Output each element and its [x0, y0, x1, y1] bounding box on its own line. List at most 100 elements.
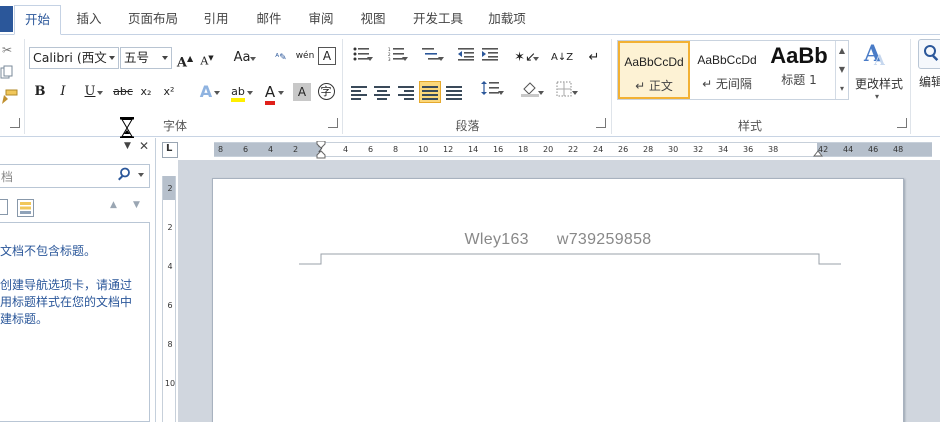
tab-developer[interactable]: 开发工具 [402, 5, 474, 35]
ruler-tick-label: 4 [343, 145, 349, 154]
nav-menu-icon[interactable]: ▼ [124, 141, 131, 151]
styles-gallery-scroll[interactable]: ▲ ▼ ▾ [835, 41, 848, 99]
ruler-tick-label: 4 [167, 262, 173, 271]
search-dropdown-icon[interactable] [138, 173, 144, 177]
show-marks-icon[interactable]: ↵ [585, 47, 603, 69]
italic-button[interactable]: I [54, 81, 72, 103]
style-no-spacing[interactable]: AaBbCcDd ↵ 无间隔 [692, 41, 762, 99]
word-window: 开始 插入 页面布局 引用 邮件 审阅 视图 开发工具 加载项 ✂ Calibr… [0, 0, 940, 422]
increase-indent-icon[interactable] [481, 47, 499, 69]
nav-message-line: 建标题。 [0, 312, 49, 326]
ruler-tick-label: 10 [418, 145, 429, 154]
enclose-char-icon[interactable]: 字 [316, 81, 336, 103]
find-icon[interactable] [918, 39, 940, 69]
editing-label[interactable]: 编辑 [919, 73, 940, 90]
distributed-align-icon[interactable] [445, 81, 463, 103]
justify-button[interactable] [419, 81, 441, 103]
change-styles-icon[interactable]: AA [860, 37, 894, 71]
line-spacing-icon[interactable] [477, 81, 504, 103]
copy-icon[interactable] [0, 65, 14, 87]
cut-icon[interactable]: ✂ [0, 39, 14, 61]
tab-view[interactable]: 视图 [350, 5, 396, 35]
bold-button[interactable]: B [31, 81, 49, 103]
gallery-down-icon[interactable]: ▼ [836, 60, 848, 79]
tab-insert[interactable]: 插入 [66, 5, 112, 35]
font-name-combo[interactable]: Calibri (西文 [29, 47, 119, 69]
font-size-value: 五号 [124, 50, 150, 65]
change-case-icon[interactable]: Aa [229, 47, 256, 69]
chinese-layout-icon[interactable]: ✶↙ [512, 47, 539, 69]
page-header-text[interactable]: Wley163 w739259858 [213, 231, 903, 249]
tab-mailings[interactable]: 邮件 [246, 5, 292, 35]
document-page[interactable]: Wley163 w739259858 [212, 178, 904, 422]
format-painter-icon[interactable] [0, 89, 18, 111]
char-border-icon[interactable]: A [318, 47, 336, 65]
group-separator [342, 39, 343, 134]
ruler-tick-label: 2 [167, 223, 173, 232]
first-line-indent-marker[interactable] [316, 140, 326, 162]
font-color-icon[interactable]: A [257, 81, 284, 105]
search-icon[interactable] [117, 167, 131, 184]
multilevel-list-icon[interactable] [419, 47, 444, 69]
underline-button[interactable]: U [78, 81, 103, 103]
subscript-button[interactable]: x₂ [137, 81, 155, 103]
text-effects-icon[interactable]: A [193, 81, 220, 103]
nav-results-body: 文档不包含标题。 创建导航选项卡，请通过 用标题样式在您的文档中 建标题。 [0, 222, 150, 422]
ribbon-tab-bar: 开始 插入 页面布局 引用 邮件 审阅 视图 开发工具 加载项 [0, 0, 940, 35]
clear-formatting-icon[interactable]: ᴬ✎ [271, 47, 291, 69]
ruler-tick-label: 18 [518, 145, 529, 154]
highlight-color-icon[interactable]: ab [224, 81, 253, 103]
paragraph-shading-icon[interactable] [517, 81, 544, 103]
font-launcher-icon[interactable] [328, 118, 338, 128]
right-indent-marker[interactable] [812, 146, 824, 160]
tab-home[interactable]: 开始 [14, 5, 61, 35]
styles-launcher-icon[interactable] [897, 118, 907, 128]
tab-addins[interactable]: 加载项 [478, 5, 536, 35]
tab-page-layout[interactable]: 页面布局 [118, 5, 188, 35]
phonetic-guide-icon[interactable]: wén [295, 45, 315, 67]
vertical-ruler[interactable]: 2 2 4 6 8 10 [162, 176, 176, 422]
nav-header: ▼ ✕ [0, 138, 156, 160]
align-center-icon[interactable] [373, 81, 391, 103]
tab-references[interactable]: 引用 [193, 5, 239, 35]
document-area: Wley163 w739259858 [178, 160, 940, 422]
nav-next-icon[interactable]: ▼ [133, 200, 140, 210]
char-shading-icon[interactable]: A [293, 83, 311, 101]
nav-close-icon[interactable]: ✕ [139, 139, 149, 153]
strikethrough-button[interactable]: abc [111, 81, 135, 103]
nav-prev-icon[interactable]: ▲ [110, 200, 117, 210]
nav-pages-tab-icon[interactable] [0, 199, 8, 215]
tab-review[interactable]: 审阅 [298, 5, 344, 35]
ruler-tick-label: 8 [218, 145, 224, 154]
style-normal[interactable]: AaBbCcDd ↵ 正文 [618, 41, 690, 99]
nav-view-tabs: ▲ ▼ [0, 196, 156, 220]
file-tab[interactable] [0, 6, 13, 32]
nav-results-tab-icon[interactable] [17, 199, 34, 217]
align-left-icon[interactable] [350, 81, 368, 103]
clipboard-launcher-icon[interactable] [10, 118, 20, 128]
nav-search-input[interactable]: 档 [0, 164, 150, 188]
sort-icon[interactable]: A↓Z [551, 47, 573, 69]
superscript-button[interactable]: x² [160, 81, 178, 103]
numbering-icon[interactable]: 123 [385, 47, 408, 69]
ruler-tick-label: 34 [718, 145, 729, 154]
decrease-indent-icon[interactable] [457, 47, 475, 69]
group-separator [611, 39, 612, 134]
ruler-tick-label: 14 [468, 145, 479, 154]
font-size-combo[interactable]: 五号 [120, 47, 172, 69]
bullets-icon[interactable] [350, 47, 373, 69]
grow-font-icon[interactable]: A▲ [176, 47, 194, 70]
horizontal-ruler[interactable]: 8 6 4 2 2 4 6 8 10 12 14 16 18 20 22 24 26 28 30 32 34 36 38 42… [214, 140, 932, 160]
change-styles-label[interactable]: 更改样式 [852, 75, 906, 92]
ruler-tick-label: 6 [167, 301, 173, 310]
change-styles-dropdown-icon[interactable]: ▾ [875, 92, 879, 101]
style-heading-1[interactable]: AaBb 标题 1 [764, 41, 834, 99]
paragraph-launcher-icon[interactable] [596, 118, 606, 128]
shrink-font-icon[interactable]: A▼ [198, 47, 216, 69]
gallery-more-icon[interactable]: ▾ [836, 79, 848, 98]
borders-icon[interactable] [551, 81, 578, 103]
ruler-tick-label: 44 [843, 145, 854, 154]
tab-selector[interactable]: L [162, 142, 178, 158]
align-right-icon[interactable] [397, 81, 415, 103]
gallery-up-icon[interactable]: ▲ [836, 41, 848, 60]
